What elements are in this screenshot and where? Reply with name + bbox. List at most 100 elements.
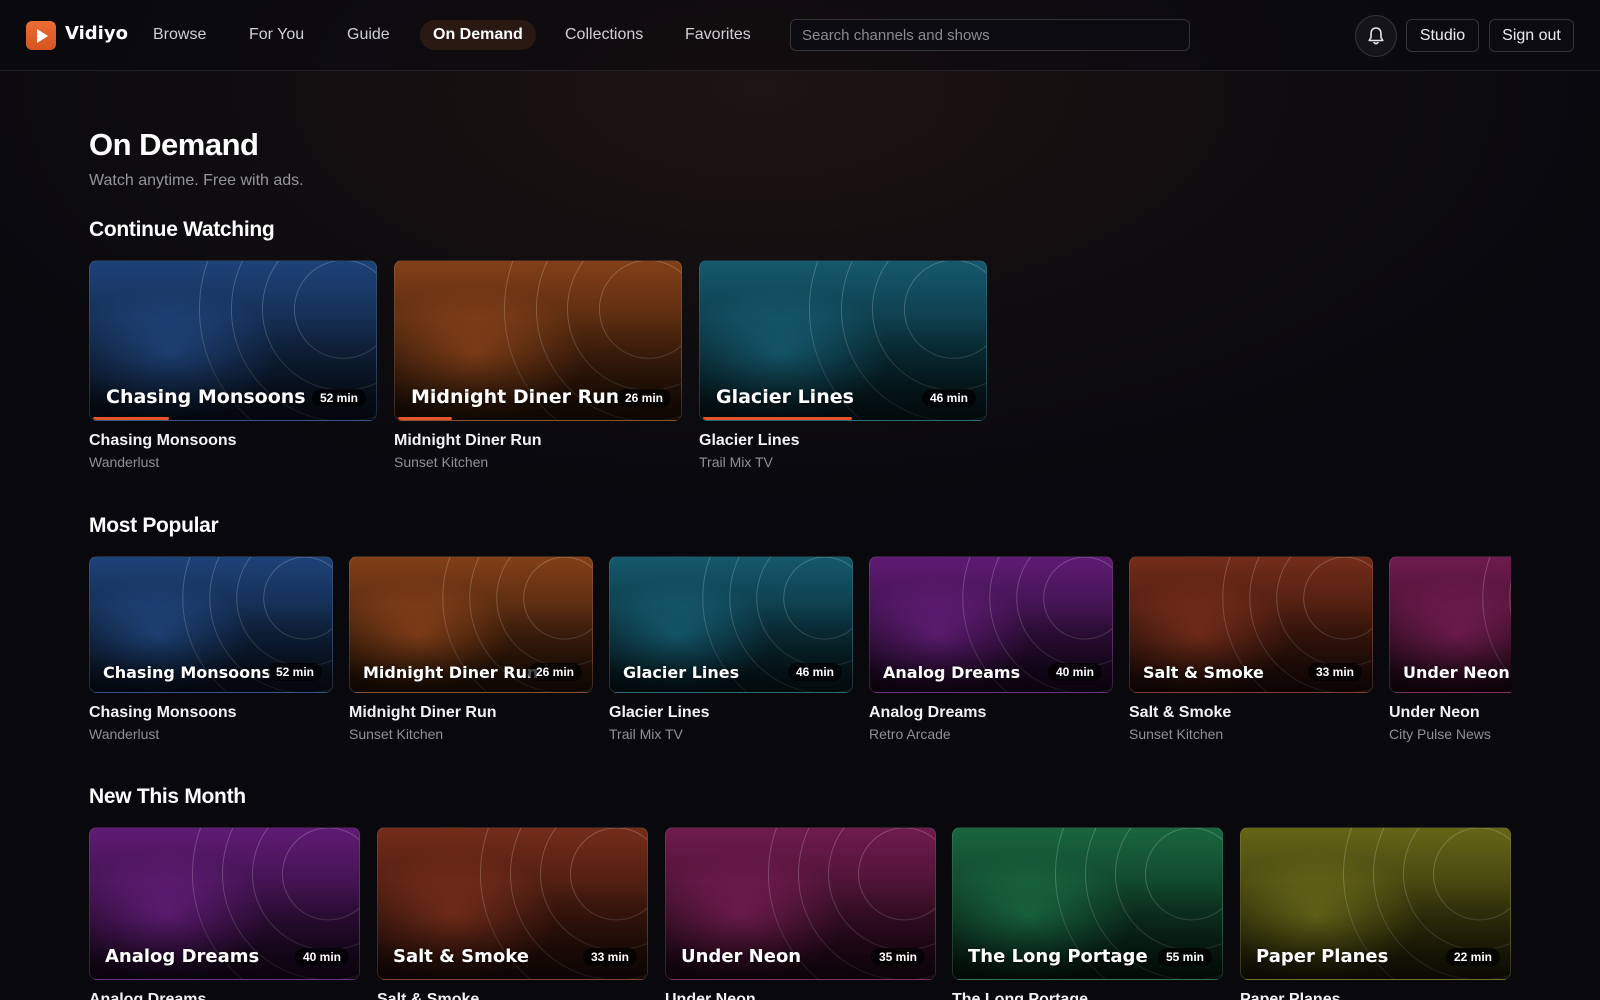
watch-progress-bar	[703, 417, 852, 420]
duration-badge: 35 min	[870, 948, 925, 966]
section-title-most-popular: Most Popular	[89, 514, 219, 537]
thumbnail-title: Glacier Lines	[716, 386, 854, 408]
card-title[interactable]: Chasing Monsoons	[89, 704, 333, 722]
show-thumbnail[interactable]: Midnight Diner Run 26 min	[349, 556, 593, 693]
card-title[interactable]: Salt & Smoke	[1129, 704, 1373, 722]
duration-badge: 26 min	[616, 389, 671, 407]
show-card-chasing-monsoons[interactable]: Chasing Monsoons 52 min Chasing Monsoons Wa…	[89, 260, 377, 470]
show-card-glacier-lines[interactable]: Glacier Lines 46 min Glacier Lines Trail Mi…	[699, 260, 987, 470]
show-card-analog-dreams[interactable]: Analog Dreams40 minAnalog DreamsRetro Ar…	[89, 827, 360, 1000]
thumbnail-title: The Long Portage	[968, 946, 1148, 967]
top-bar: Vidiyo Browse For You Guide On Demand Co…	[0, 0, 1600, 71]
show-card-under-neon[interactable]: Under Neon35 minUnder NeonCity Pulse New…	[665, 827, 936, 1000]
card-title[interactable]: Chasing Monsoons	[89, 432, 377, 450]
play-icon[interactable]	[26, 21, 56, 50]
show-card-analog-dreams[interactable]: Analog Dreams 40 min Analog Dreams Retro Ar…	[869, 556, 1113, 742]
thumbnail-title: Under Neon	[681, 946, 802, 967]
show-thumbnail[interactable]: Chasing Monsoons 52 min	[89, 556, 333, 693]
card-title[interactable]: Midnight Diner Run	[394, 432, 682, 450]
duration-badge: 33 min	[1307, 663, 1362, 681]
nav-collections[interactable]: Collections	[565, 20, 643, 50]
section-title-continue-watching: Continue Watching	[89, 218, 275, 241]
duration-badge: 33 min	[582, 948, 637, 966]
duration-badge: 52 min	[311, 389, 366, 407]
card-channel[interactable]: Sunset Kitchen	[349, 726, 593, 742]
thumbnail-title: Analog Dreams	[105, 946, 260, 967]
show-thumbnail[interactable]: Glacier Lines 46 min	[609, 556, 853, 693]
thumbnail-title: Chasing Monsoons	[106, 386, 306, 408]
continue-watching-row: Chasing Monsoons 52 min Chasing Monsoons Wa…	[89, 260, 989, 480]
show-thumbnail[interactable]: The Long Portage 55 min	[952, 827, 1223, 980]
show-card-glacier-lines[interactable]: Glacier Lines 46 min Glacier Lines Trail Mi…	[609, 556, 853, 742]
new-this-month-row: Analog Dreams40 minAnalog DreamsRetro Ar…	[89, 827, 1511, 1000]
duration-badge: 40 min	[294, 948, 349, 966]
duration-badge: 55 min	[1157, 948, 1212, 966]
studio-button[interactable]: Studio	[1406, 19, 1479, 52]
card-channel[interactable]: Sunset Kitchen	[1129, 726, 1373, 742]
notifications-button[interactable]	[1355, 15, 1397, 57]
show-card-salt-and-smoke[interactable]: Salt & Smoke 33 min Salt & Smoke Sunset Kit…	[1129, 556, 1373, 742]
card-title[interactable]: Paper Planes	[1240, 991, 1511, 1000]
most-popular-row: Chasing Monsoons 52 min Chasing Monsoons Wa…	[89, 556, 1511, 746]
nav-browse[interactable]: Browse	[153, 20, 206, 50]
card-channel[interactable]: Trail Mix TV	[609, 726, 853, 742]
show-card-salt-and-smoke[interactable]: Salt & Smoke33 minSalt & SmokeSunset Kit…	[377, 827, 648, 1000]
app-logo-text[interactable]: Vidiyo	[65, 23, 128, 44]
thumbnail-title: Salt & Smoke	[393, 946, 529, 967]
show-thumbnail[interactable]: Paper Planes 22 min	[1240, 827, 1511, 980]
duration-badge: 22 min	[1445, 948, 1500, 966]
show-card-paper-planes[interactable]: Paper Planes22 minPaper PlanesStudio Loo…	[1240, 827, 1511, 1000]
card-channel[interactable]: Retro Arcade	[869, 726, 1113, 742]
nav-on-demand[interactable]: On Demand	[420, 20, 536, 50]
card-channel[interactable]: Wanderlust	[89, 726, 333, 742]
duration-badge: 46 min	[787, 663, 842, 681]
show-card-under-neon[interactable]: Under Neon35 minUnder NeonCity Pulse New…	[1389, 556, 1511, 742]
show-thumbnail[interactable]: Under Neon 35 min	[665, 827, 936, 980]
card-channel[interactable]: City Pulse News	[1389, 726, 1511, 742]
show-card-chasing-monsoons[interactable]: Chasing Monsoons 52 min Chasing Monsoons Wa…	[89, 556, 333, 742]
show-thumbnail[interactable]: Salt & Smoke 33 min	[1129, 556, 1373, 693]
nav-for-you[interactable]: For You	[249, 20, 304, 50]
show-card-midnight-diner-run[interactable]: Midnight Diner Run 26 min Midnight Diner R…	[349, 556, 593, 742]
card-title[interactable]: Under Neon	[665, 991, 936, 1000]
nav-guide[interactable]: Guide	[347, 20, 390, 50]
card-channel[interactable]: Trail Mix TV	[699, 454, 987, 470]
thumbnail-title: Analog Dreams	[883, 663, 1021, 682]
card-title[interactable]: Analog Dreams	[89, 991, 360, 1000]
section-title-new-this-month: New This Month	[89, 785, 246, 808]
show-card-midnight-diner-run[interactable]: Midnight Diner Run 26 min Midnight Diner R…	[394, 260, 682, 470]
card-title[interactable]: Salt & Smoke	[377, 991, 648, 1000]
duration-badge: 26 min	[527, 663, 582, 681]
nav-favorites[interactable]: Favorites	[685, 20, 751, 50]
page-subtitle: Watch anytime. Free with ads.	[89, 172, 304, 189]
thumbnail-title: Under Neon	[1403, 663, 1510, 682]
show-card-the-long-portage[interactable]: The Long Portage55 minThe Long PortageWa…	[952, 827, 1223, 1000]
thumbnail-title: Midnight Diner Run	[363, 663, 539, 682]
bell-icon	[1368, 27, 1384, 45]
show-thumbnail[interactable]: Analog Dreams 40 min	[869, 556, 1113, 693]
sign-out-button[interactable]: Sign out	[1489, 19, 1574, 52]
page-title: On Demand	[89, 127, 259, 162]
search-input[interactable]	[790, 19, 1190, 51]
duration-badge: 52 min	[267, 663, 322, 681]
watch-progress-bar	[93, 417, 169, 420]
card-title[interactable]: The Long Portage	[952, 991, 1223, 1000]
card-title[interactable]: Midnight Diner Run	[349, 704, 593, 722]
watch-progress-bar	[398, 417, 452, 420]
card-channel[interactable]: Wanderlust	[89, 454, 377, 470]
show-thumbnail[interactable]: Glacier Lines 46 min	[699, 260, 987, 421]
card-title[interactable]: Glacier Lines	[699, 432, 987, 450]
show-thumbnail[interactable]: Under Neon35 min	[1389, 556, 1511, 693]
show-thumbnail[interactable]: Salt & Smoke 33 min	[377, 827, 648, 980]
show-thumbnail[interactable]: Midnight Diner Run 26 min	[394, 260, 682, 421]
show-thumbnail[interactable]: Analog Dreams 40 min	[89, 827, 360, 980]
thumbnail-title: Salt & Smoke	[1143, 663, 1264, 682]
duration-badge: 40 min	[1047, 663, 1102, 681]
card-channel[interactable]: Sunset Kitchen	[394, 454, 682, 470]
card-title[interactable]: Analog Dreams	[869, 704, 1113, 722]
thumbnail-title: Midnight Diner Run	[411, 386, 620, 408]
card-title[interactable]: Glacier Lines	[609, 704, 853, 722]
duration-badge: 46 min	[921, 389, 976, 407]
show-thumbnail[interactable]: Chasing Monsoons 52 min	[89, 260, 377, 421]
card-title[interactable]: Under Neon	[1389, 704, 1511, 722]
